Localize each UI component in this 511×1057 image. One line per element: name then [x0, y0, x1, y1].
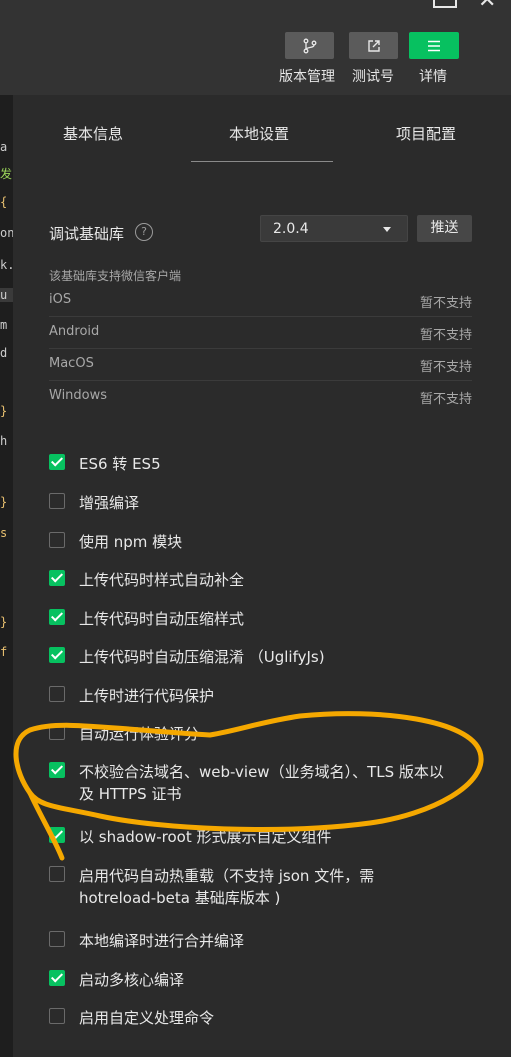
- code-fragment: d: [0, 346, 8, 360]
- code-fragment: 发: [0, 167, 13, 181]
- platform-name: Windows: [49, 388, 108, 403]
- divider: [49, 348, 472, 349]
- checkbox-unchecked[interactable]: [49, 931, 65, 947]
- code-fragment: }: [0, 404, 8, 418]
- divider: [49, 316, 472, 317]
- option-label: 自动运行体验评分: [79, 725, 200, 743]
- checkbox-checked[interactable]: [49, 762, 65, 778]
- caret-down-icon: [383, 227, 391, 232]
- tab-local-settings[interactable]: 本地设置: [229, 123, 289, 144]
- code-fragment: a: [0, 140, 8, 154]
- help-icon[interactable]: ?: [135, 223, 153, 241]
- checkbox-checked[interactable]: [49, 970, 65, 986]
- maximize-icon[interactable]: [433, 0, 457, 8]
- code-fragment: f: [0, 645, 8, 659]
- option-label: 上传代码时自动压缩样式: [79, 610, 245, 628]
- checkbox-checked[interactable]: [49, 570, 65, 586]
- option-label: 本地编译时进行合并编译: [79, 932, 245, 950]
- code-fragment: u: [0, 288, 13, 302]
- details-label: 详情: [419, 69, 447, 85]
- library-version-select[interactable]: 2.0.4: [260, 215, 408, 242]
- option-label: 增强编译: [79, 494, 140, 512]
- push-button[interactable]: 推送: [417, 215, 472, 242]
- option-label: 不校验合法域名、web-view（业务域名）、TLS 版本以及 HTTPS 证书: [79, 763, 444, 803]
- option-label: 启用自定义处理命令: [79, 1009, 215, 1027]
- platform-row: MacOS 暂不支持: [49, 356, 472, 381]
- platform-name: Android: [49, 324, 100, 339]
- platform-status: 暂不支持: [419, 296, 472, 311]
- divider: [49, 380, 472, 381]
- option-label: 上传代码时自动压缩混淆 （UglifyJs): [79, 648, 325, 666]
- checkbox-unchecked[interactable]: [49, 724, 65, 740]
- code-fragment: m: [0, 318, 8, 332]
- version-manage-label: 版本管理: [279, 69, 335, 85]
- code-editor-edge: a 发 { on k. u m d } h } s } f: [0, 95, 13, 1057]
- option-label: 启用代码自动热重载（不支持 json 文件，需 hotreload-beta 基…: [79, 867, 375, 907]
- platform-status: 暂不支持: [419, 360, 472, 375]
- debug-library-label: 调试基础库: [49, 225, 125, 243]
- checkbox-unchecked[interactable]: [49, 532, 65, 548]
- option-label: 以 shadow-root 形式展示自定义组件: [79, 828, 332, 846]
- option-label: 使用 npm 模块: [79, 533, 183, 551]
- platform-name: MacOS: [49, 356, 94, 371]
- top-toolbar: ✕ 版本管理 测试号 详情: [0, 0, 511, 95]
- code-fragment: h: [0, 434, 8, 448]
- option-label: ES6 转 ES5: [79, 455, 161, 473]
- code-fragment: }: [0, 495, 8, 509]
- tab-project-config[interactable]: 项目配置: [396, 123, 456, 144]
- platform-status: 暂不支持: [419, 392, 472, 407]
- active-tab-indicator: [191, 161, 333, 162]
- test-account-label: 测试号: [352, 69, 394, 85]
- option-label: 启动多核心编译: [79, 971, 185, 989]
- details-button[interactable]: [409, 32, 459, 59]
- platform-row: Android 暂不支持: [49, 324, 472, 349]
- checkbox-checked[interactable]: [49, 609, 65, 625]
- checkbox-unchecked[interactable]: [49, 866, 65, 882]
- option-label: 上传代码时样式自动补全: [79, 571, 245, 589]
- checkbox-unchecked[interactable]: [49, 493, 65, 509]
- code-fragment: on: [0, 226, 13, 240]
- close-icon[interactable]: ✕: [478, 0, 496, 12]
- settings-panel: 基本信息 本地设置 项目配置 调试基础库 ? 2.0.4 推送 该基础库支持微信…: [13, 95, 511, 1057]
- library-support-note: 该基础库支持微信客户端: [49, 269, 182, 283]
- menu-icon: [428, 40, 440, 51]
- version-manage-button[interactable]: [285, 32, 334, 59]
- checkbox-checked[interactable]: [49, 647, 65, 663]
- library-version-value: 2.0.4: [273, 221, 309, 237]
- branch-icon: [303, 38, 316, 53]
- code-fragment: }: [0, 615, 8, 629]
- platform-row: Windows 暂不支持: [49, 388, 472, 408]
- checkbox-checked[interactable]: [49, 827, 65, 843]
- code-fragment: {: [0, 195, 8, 209]
- option-label: 上传时进行代码保护: [79, 687, 215, 705]
- checkbox-unchecked[interactable]: [49, 686, 65, 702]
- checkbox-checked[interactable]: [49, 454, 65, 470]
- external-link-icon: [367, 39, 380, 52]
- platform-status: 暂不支持: [419, 328, 472, 343]
- code-fragment: s: [0, 526, 8, 540]
- checkbox-unchecked[interactable]: [49, 1008, 65, 1024]
- platform-name: iOS: [49, 292, 72, 307]
- code-fragment: k.: [0, 258, 13, 272]
- test-account-button[interactable]: [349, 32, 398, 59]
- platform-row: iOS 暂不支持: [49, 292, 472, 317]
- tab-basic-info[interactable]: 基本信息: [63, 123, 123, 144]
